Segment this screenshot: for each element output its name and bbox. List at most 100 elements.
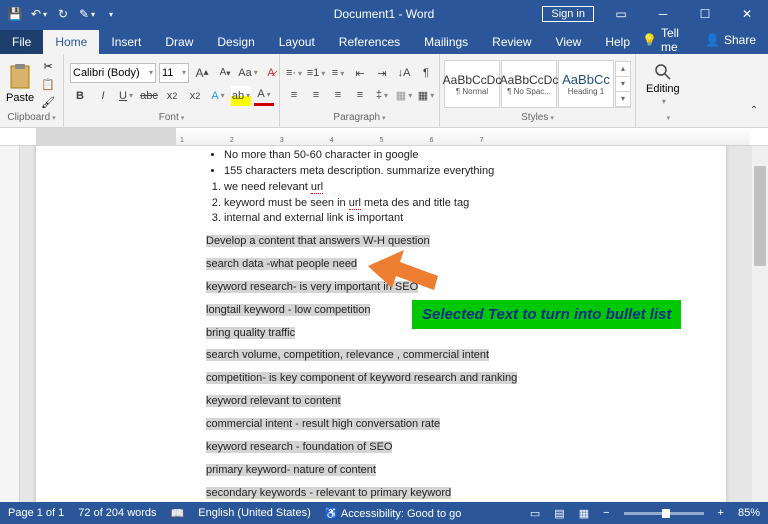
selected-line[interactable]: keyword research - foundation of SEO — [206, 440, 726, 455]
maximize-icon[interactable]: ☐ — [684, 0, 726, 28]
shrink-font-icon[interactable]: A▾ — [215, 63, 235, 83]
selected-line[interactable]: keyword research- is very important in S… — [206, 280, 726, 295]
vertical-scrollbar[interactable] — [752, 146, 768, 502]
tab-design[interactable]: Design — [205, 30, 266, 54]
list-item: keyword must be seen in url meta des and… — [224, 196, 726, 211]
format-painter-icon[interactable]: 🖌 — [40, 94, 56, 110]
selected-line[interactable]: primary keyword- nature of content — [206, 463, 726, 478]
indent-left-icon[interactable]: ⇤ — [350, 63, 370, 83]
group-styles: Styles — [444, 112, 631, 125]
selected-line[interactable]: competition- is key component of keyword… — [206, 371, 726, 386]
styles-up-icon[interactable]: ▴ — [616, 62, 630, 77]
status-spellcheck-icon[interactable]: 📖 — [171, 507, 185, 520]
align-right-icon[interactable]: ≡ — [328, 85, 348, 105]
view-print-icon[interactable]: ▤ — [554, 507, 564, 520]
bullets-button[interactable]: ≡·▾ — [284, 63, 304, 83]
numbering-button[interactable]: ≡1▾ — [306, 63, 326, 83]
editing-button[interactable]: Editing▾ — [640, 63, 686, 106]
zoom-level[interactable]: 85% — [738, 507, 760, 519]
qat-customize-icon[interactable]: ▾ — [100, 3, 122, 25]
clear-format-icon[interactable]: A̷ — [261, 63, 281, 83]
save-icon[interactable]: 💾 — [4, 3, 26, 25]
highlight-icon[interactable]: ab▾ — [231, 86, 251, 106]
subscript-button[interactable]: x2 — [162, 86, 182, 106]
group-font: Font — [68, 112, 275, 125]
copy-icon[interactable]: 📋 — [40, 76, 56, 92]
tell-me-button[interactable]: 💡Tell me — [642, 26, 691, 54]
borders-icon[interactable]: ▦▾ — [416, 85, 436, 105]
tab-file[interactable]: File — [0, 30, 43, 54]
indent-right-icon[interactable]: ⇥ — [372, 63, 392, 83]
cut-icon[interactable]: ✂ — [40, 58, 56, 74]
annotation-label: Selected Text to turn into bullet list — [412, 300, 681, 329]
bold-button[interactable]: B — [70, 86, 90, 106]
vertical-ruler[interactable] — [0, 146, 20, 502]
align-left-icon[interactable]: ≡ — [284, 85, 304, 105]
annotation-arrow-icon — [368, 246, 448, 306]
underline-button[interactable]: U▾ — [116, 86, 136, 106]
undo-icon[interactable]: ↶▾ — [28, 3, 50, 25]
style-heading-1[interactable]: AaBbCcHeading 1 — [558, 60, 614, 108]
font-color-icon[interactable]: A▾ — [254, 86, 274, 106]
tab-draw[interactable]: Draw — [153, 30, 205, 54]
selected-line[interactable]: search data -what people need — [206, 257, 726, 272]
redo-icon[interactable]: ↻ — [52, 3, 74, 25]
zoom-out-icon[interactable]: − — [603, 507, 609, 519]
selected-line[interactable]: keyword relevant to content — [206, 394, 726, 409]
close-icon[interactable]: ✕ — [726, 0, 768, 28]
styles-more-icon[interactable]: ▾ — [616, 92, 630, 107]
clipboard-icon — [9, 64, 31, 90]
view-read-icon[interactable]: ▭ — [530, 507, 540, 520]
italic-button[interactable]: I — [93, 86, 113, 106]
tab-review[interactable]: Review — [480, 30, 543, 54]
change-case-icon[interactable]: Aa▾ — [238, 63, 258, 83]
status-language[interactable]: English (United States) — [198, 507, 311, 519]
view-web-icon[interactable]: ▦ — [579, 507, 589, 520]
tab-layout[interactable]: Layout — [267, 30, 327, 54]
horizontal-ruler[interactable]: 1234567 — [0, 128, 768, 146]
line-spacing-icon[interactable]: ‡▾ — [372, 85, 392, 105]
selected-line[interactable]: commercial intent - result high conversa… — [206, 417, 726, 432]
tab-view[interactable]: View — [544, 30, 594, 54]
tab-help[interactable]: Help — [593, 30, 642, 54]
selected-line[interactable]: search volume, competition, relevance , … — [206, 348, 726, 363]
font-name-select[interactable]: Calibri (Body)▾ — [70, 63, 156, 83]
tab-references[interactable]: References — [327, 30, 412, 54]
zoom-in-icon[interactable]: + — [718, 507, 724, 519]
selected-line[interactable]: Develop a content that answers W-H quest… — [206, 234, 726, 249]
styles-down-icon[interactable]: ▾ — [616, 77, 630, 92]
share-button[interactable]: 👤Share — [705, 33, 756, 47]
text-effects-icon[interactable]: A▾ — [208, 86, 228, 106]
selected-line[interactable]: secondary keywords - relevant to primary… — [206, 486, 726, 501]
strike-button[interactable]: abc — [139, 86, 159, 106]
ribbon-display-icon[interactable]: ▭ — [600, 0, 642, 28]
scrollbar-thumb[interactable] — [754, 166, 766, 266]
tab-insert[interactable]: Insert — [99, 30, 153, 54]
multilevel-button[interactable]: ≡▾ — [328, 63, 348, 83]
zoom-slider[interactable] — [624, 512, 704, 515]
status-page[interactable]: Page 1 of 1 — [8, 507, 64, 519]
tab-mailings[interactable]: Mailings — [412, 30, 480, 54]
list-item: No more than 50-60 character in google — [224, 148, 726, 163]
sign-in-button[interactable]: Sign in — [542, 6, 594, 22]
show-marks-icon[interactable]: ¶ — [416, 63, 436, 83]
status-accessibility[interactable]: ♿ Accessibility: Good to go — [325, 507, 462, 520]
align-center-icon[interactable]: ≡ — [306, 85, 326, 105]
style-normal[interactable]: AaBbCcDc¶ Normal — [444, 60, 500, 108]
touch-mode-icon[interactable]: ✎▾ — [76, 3, 98, 25]
shading-icon[interactable]: ▦▾ — [394, 85, 414, 105]
tab-home[interactable]: Home — [43, 30, 99, 54]
minimize-icon[interactable]: ─ — [642, 0, 684, 28]
lightbulb-icon: 💡 — [642, 33, 657, 47]
style-no-spacing[interactable]: AaBbCcDc¶ No Spac... — [501, 60, 557, 108]
collapse-ribbon-icon[interactable]: ⌃ — [744, 100, 764, 120]
paste-button[interactable]: Paste — [4, 64, 36, 104]
list-item: internal and external link is important — [224, 211, 726, 226]
status-words[interactable]: 72 of 204 words — [78, 507, 156, 519]
justify-icon[interactable]: ≡ — [350, 85, 370, 105]
sort-icon[interactable]: ↓A — [394, 63, 414, 83]
grow-font-icon[interactable]: A▴ — [192, 63, 212, 83]
font-size-select[interactable]: 11▾ — [159, 63, 189, 83]
group-clipboard: Clipboard — [4, 112, 59, 125]
superscript-button[interactable]: x2 — [185, 86, 205, 106]
